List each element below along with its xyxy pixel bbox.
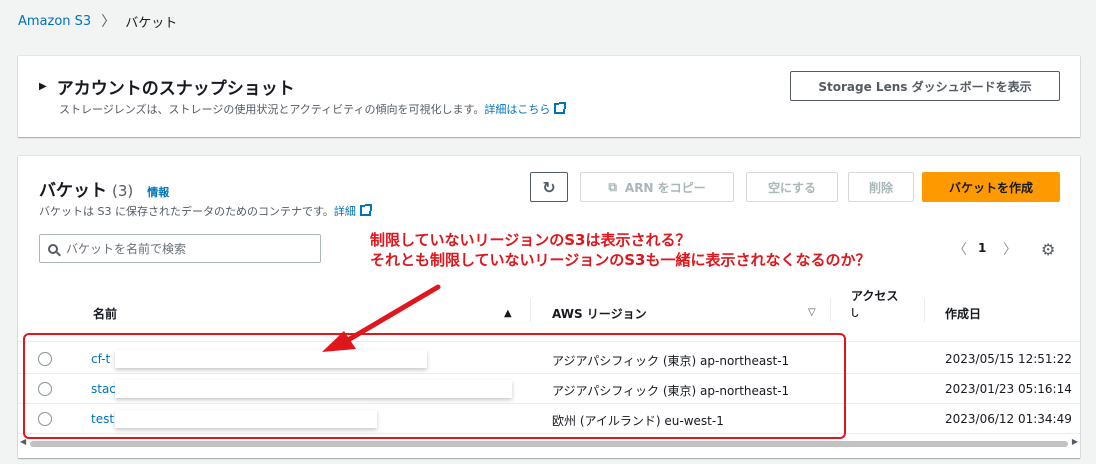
annotation-line-2: それとも制限していないリージョンのS3も一緒に表示されなくなるのか？	[370, 251, 871, 269]
annotation-line-1: 制限していないリージョンのS3は表示される？	[370, 231, 691, 249]
annotation-text: 制限していないリージョンのS3は表示される？ それとも制限していないリージョンの…	[370, 230, 871, 270]
